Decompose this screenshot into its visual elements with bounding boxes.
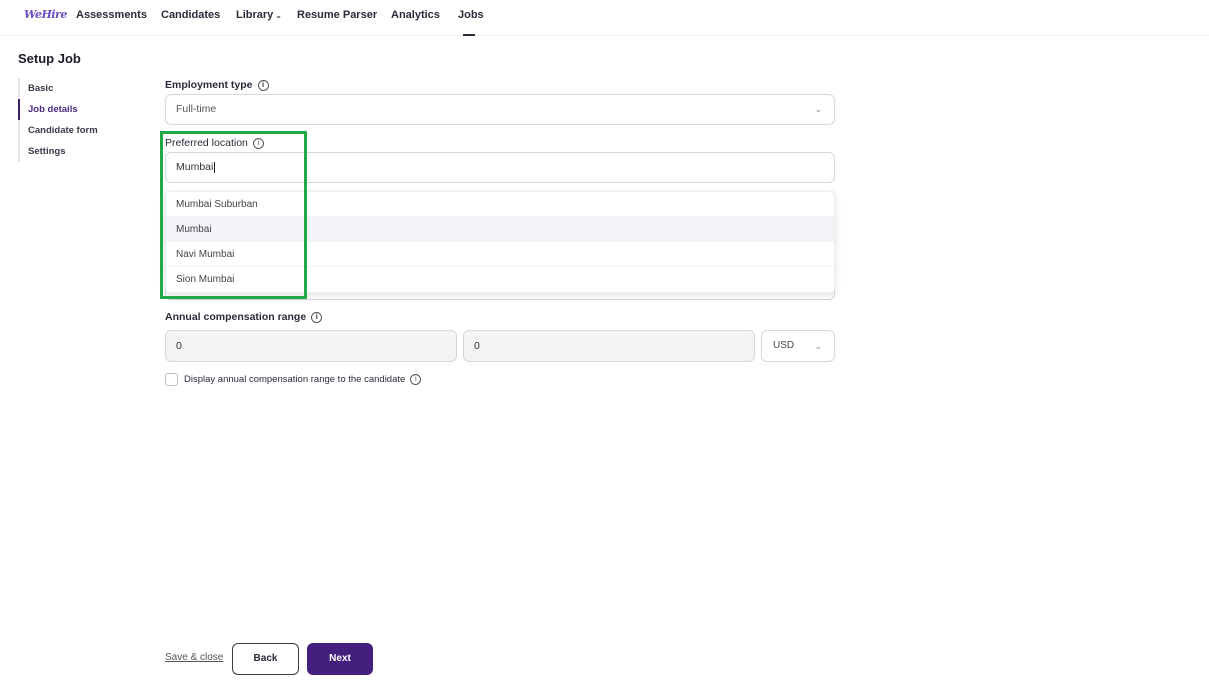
- suggestion-mumbai[interactable]: Mumbai: [166, 217, 834, 242]
- step-settings[interactable]: Settings: [18, 141, 138, 162]
- display-compensation-checkbox[interactable]: [165, 373, 178, 386]
- info-icon[interactable]: i: [410, 374, 422, 385]
- preferred-location-value: Mumbai: [176, 161, 214, 173]
- employment-type-select[interactable]: Full-time ⌄: [165, 94, 835, 125]
- page-title: Setup Job: [18, 51, 81, 66]
- employment-type-value: Full-time: [176, 103, 217, 115]
- location-suggestions-dropdown: Mumbai Suburban Mumbai Navi Mumbai Sion …: [165, 191, 835, 293]
- employment-type-label-text: Employment type: [165, 79, 253, 91]
- nav-resume-parser[interactable]: Resume Parser: [297, 9, 377, 21]
- nav-analytics[interactable]: Analytics: [391, 9, 440, 21]
- next-button[interactable]: Next: [307, 643, 373, 675]
- display-compensation-text: Display annual compensation range to the…: [184, 374, 406, 385]
- display-compensation-label: Display annual compensation range to the…: [184, 374, 422, 385]
- chevron-down-icon: ⌄: [275, 11, 282, 20]
- info-icon[interactable]: i: [311, 311, 323, 323]
- step-basic[interactable]: Basic: [18, 78, 138, 99]
- suggestion-sion-mumbai[interactable]: Sion Mumbai: [166, 267, 834, 292]
- logo[interactable]: WeHire: [24, 5, 67, 25]
- step-job-details[interactable]: Job details: [18, 99, 138, 120]
- display-compensation-row: Display annual compensation range to the…: [165, 373, 422, 386]
- employment-type-label: Employment type i: [165, 79, 269, 91]
- preferred-location-label: Preferred location i: [165, 137, 264, 149]
- nav-library[interactable]: Library ⌄: [236, 9, 282, 21]
- preferred-location-label-text: Preferred location: [165, 137, 248, 149]
- back-button[interactable]: Back: [232, 643, 299, 675]
- info-icon[interactable]: i: [257, 79, 269, 91]
- nav-active-indicator: [463, 34, 475, 36]
- text-caret: [214, 161, 216, 173]
- step-candidate-form[interactable]: Candidate form: [18, 120, 138, 141]
- nav-jobs[interactable]: Jobs: [458, 9, 484, 21]
- compensation-label: Annual compensation range i: [165, 311, 323, 323]
- nav-library-label: Library: [236, 9, 274, 21]
- currency-select[interactable]: USD ⌄: [761, 330, 835, 362]
- currency-value: USD: [773, 340, 795, 351]
- info-icon[interactable]: i: [252, 137, 264, 149]
- suggestion-mumbai-suburban[interactable]: Mumbai Suburban: [166, 192, 834, 217]
- compensation-max-input[interactable]: 0: [463, 330, 755, 362]
- suggestion-navi-mumbai[interactable]: Navi Mumbai: [166, 242, 834, 267]
- chevron-down-icon: ⌄: [814, 104, 822, 114]
- preferred-location-input[interactable]: Mumbai: [165, 152, 835, 183]
- chevron-down-icon: ⌄: [814, 341, 822, 351]
- top-navigation: WeHire Assessments Candidates Library ⌄ R…: [0, 0, 1209, 36]
- setup-steps: Basic Job details Candidate form Setting…: [18, 78, 138, 162]
- compensation-label-text: Annual compensation range: [165, 311, 307, 323]
- nav-candidates[interactable]: Candidates: [161, 9, 220, 21]
- compensation-min-input[interactable]: 0: [165, 330, 457, 362]
- nav-assessments[interactable]: Assessments: [76, 9, 147, 21]
- save-close-link[interactable]: Save & close: [165, 652, 223, 663]
